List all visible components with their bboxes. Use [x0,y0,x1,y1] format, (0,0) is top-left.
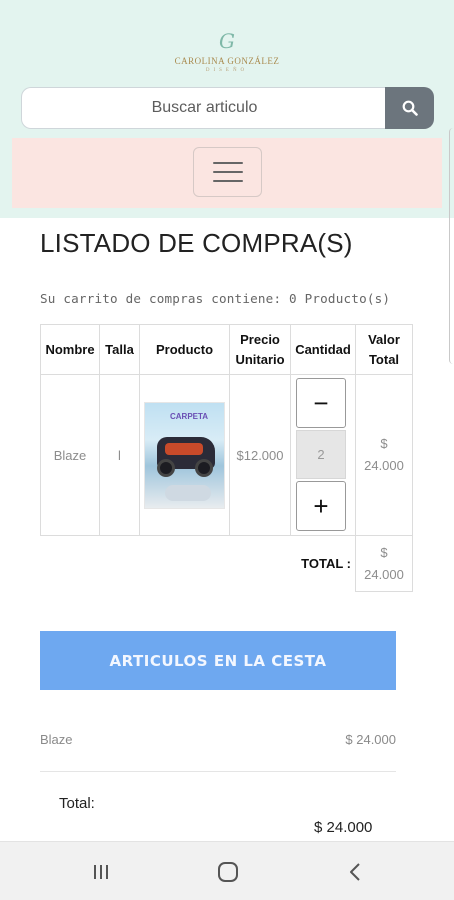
item-total-amount: 24.000 [364,458,404,473]
scrollbar[interactable] [449,128,454,364]
table-row: Blaze l CARPETA $12.000 − 2 + $ 24.000 [40,374,413,536]
hamburger-icon-line [212,180,243,182]
cart-table: Nombre Talla Producto Precio Unitario Ca… [40,324,413,592]
search-button[interactable] [385,87,434,129]
logo-monogram: G [219,29,235,53]
basket-item: Blaze $ 24.000 [40,732,396,747]
item-total-currency: $ [380,436,388,451]
search-input[interactable] [21,87,387,129]
basket-item-price: $ 24.000 [345,732,396,747]
cart-count-text: Su carrito de compras contiene: 0 Produc… [40,291,391,306]
navbar [12,138,442,208]
basket-total-value: $ 24.000 [314,819,373,836]
item-total: $ 24.000 [355,374,413,536]
basket-total-label: Total: [59,795,95,812]
minus-icon: − [313,388,329,418]
column-header: Valor Total [355,324,413,375]
page: G CAROLINA GONZÁLEZ DISEÑO LISTADO DE CO… [0,0,454,900]
basket-item-name: Blaze [40,732,73,747]
site-header: G CAROLINA GONZÁLEZ DISEÑO [0,0,454,218]
search-bar [21,87,434,129]
item-product-cell: CARPETA [139,374,230,536]
column-header: Nombre [40,324,100,375]
product-image-cloud [165,484,211,501]
product-image[interactable]: CARPETA [144,401,225,509]
product-image-wheel [195,458,213,477]
home-button[interactable] [213,860,243,884]
logo-subtitle: DISEÑO [205,68,249,73]
column-header: Precio Unitario [229,324,291,375]
page-title: LISTADO DE COMPRA(S) [40,228,353,258]
system-navigation-bar [0,841,454,900]
item-size: l [99,374,140,536]
brand-logo[interactable]: G CAROLINA GONZÁLEZ DISEÑO [150,30,304,80]
back-button[interactable] [340,860,370,884]
table-total-value: $ 24.000 [355,535,413,592]
recent-apps-button[interactable] [86,860,116,884]
table-total-row: TOTAL : $ 24.000 [41,535,413,592]
item-name: Blaze [40,374,100,536]
basket-button[interactable]: ARTICULOS EN LA CESTA [40,631,396,690]
item-unit-price: $12.000 [229,374,291,536]
table-total-amount: 24.000 [364,566,404,582]
plus-icon: + [313,491,329,521]
column-header: Cantidad [290,324,356,375]
back-icon [350,863,360,881]
home-icon [218,862,238,882]
product-image-label: CARPETA [170,411,209,421]
table-header-row: Nombre Talla Producto Precio Unitario Ca… [40,324,413,375]
logo-name: CAROLINA GONZÁLEZ [174,56,280,66]
column-header: Talla [99,324,140,375]
recent-apps-icon [94,865,108,879]
quantity-stepper: − 2 + [291,375,355,535]
table-total-label: TOTAL : [301,556,351,572]
search-icon [402,100,418,116]
divider [40,771,396,772]
product-image-wheel [157,458,175,477]
hamburger-icon-line [212,162,243,164]
decrease-quantity-button[interactable]: − [296,378,346,428]
column-header: Producto [139,324,230,375]
menu-toggle-button[interactable] [193,147,262,197]
increase-quantity-button[interactable]: + [296,481,346,531]
table-total-currency: $ [380,544,388,560]
hamburger-icon-line [212,171,243,173]
item-quantity-cell: − 2 + [290,374,356,536]
quantity-value[interactable]: 2 [296,430,346,479]
